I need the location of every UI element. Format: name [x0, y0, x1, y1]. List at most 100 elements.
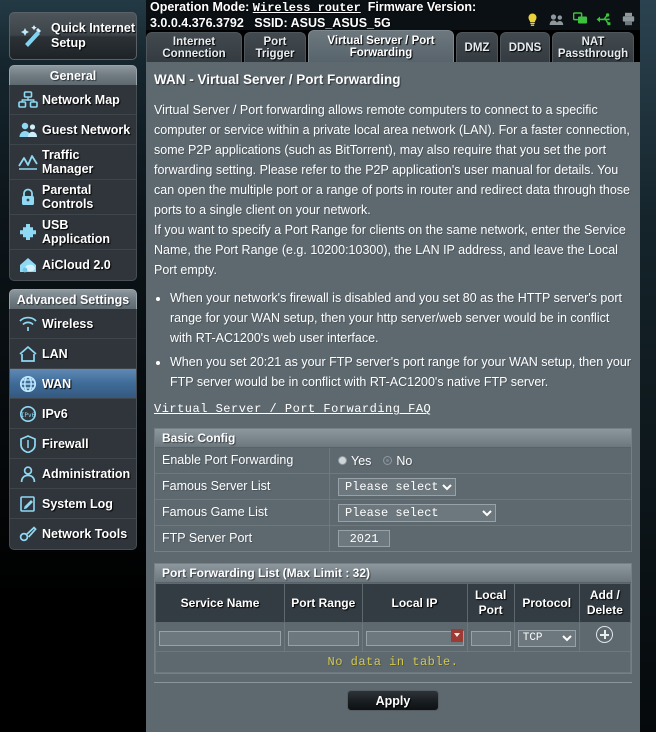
famous-game-list-select[interactable]: Please select: [338, 503, 496, 522]
description-paragraph-1: Virtual Server / Port forwarding allows …: [154, 103, 630, 217]
add-row-button[interactable]: [596, 626, 614, 643]
monitors-icon[interactable]: [572, 11, 588, 27]
famous-game-list-label: Famous Game List: [155, 500, 330, 525]
cell-local-port: [466, 622, 515, 652]
sidebar-item-administration[interactable]: Administration: [10, 459, 136, 489]
sidebar-item-aicloud[interactable]: AiCloud 2.0: [10, 250, 136, 280]
description-paragraph-2: If you want to specify a Port Range for …: [154, 223, 626, 277]
network-tools-icon: [14, 525, 42, 543]
radio-enable-yes[interactable]: Yes: [338, 454, 371, 468]
sidebar-item-guest-network[interactable]: Guest Network: [10, 115, 136, 145]
sidebar-item-label: Network Tools: [42, 527, 128, 541]
footer-actions: Apply: [154, 682, 632, 711]
faq-link[interactable]: Virtual Server / Port Forwarding FAQ: [154, 402, 431, 416]
empty-table-message: No data in table.: [155, 651, 631, 673]
general-section-header: General: [9, 65, 137, 85]
traffic-manager-icon: [14, 153, 42, 171]
radio-enable-no[interactable]: No: [383, 454, 412, 468]
system-log-icon: [14, 495, 42, 513]
protocol-select[interactable]: TCP: [517, 629, 576, 647]
main-content-panel: WAN - Virtual Server / Port Forwarding V…: [146, 62, 640, 732]
basic-config-block: Basic Config Enable Port Forwarding Yes …: [154, 428, 632, 552]
firewall-icon: [14, 434, 42, 453]
status-header: Operation Mode: Wireless router Firmware…: [146, 0, 640, 30]
sidebar-item-ipv6[interactable]: IPv6 IPv6: [10, 399, 136, 429]
column-service-name: Service Name: [154, 583, 286, 623]
radio-dot-no: [383, 456, 393, 465]
sidebar-item-wan[interactable]: WAN: [10, 369, 136, 399]
tab-port-trigger[interactable]: Port Trigger: [244, 32, 306, 62]
port-range-input[interactable]: [288, 631, 359, 647]
local-ip-input[interactable]: [365, 631, 464, 647]
sidebar-item-label: Administration: [42, 466, 131, 481]
sidebar-item-label: AiCloud 2.0: [42, 258, 111, 272]
sidebar-item-label: Wireless: [42, 316, 94, 331]
ssid-value: ASUS_ASUS_5G: [290, 16, 391, 30]
sidebar-item-label: Guest Network: [42, 122, 131, 137]
tab-ddns[interactable]: DDNS: [500, 32, 550, 62]
description-block: Virtual Server / Port forwarding allows …: [154, 100, 632, 280]
operation-mode-label: Operation Mode:: [150, 0, 250, 14]
enable-port-forwarding-value: Yes No: [330, 454, 412, 468]
clients-icon[interactable]: [548, 11, 564, 27]
sidebar-item-firewall[interactable]: Firewall: [10, 429, 136, 459]
sidebar-item-label: Traffic Manager: [42, 148, 94, 176]
local-port-input[interactable]: [470, 631, 511, 647]
notification-icon[interactable]: [524, 11, 540, 27]
local-ip-dropdown-icon[interactable]: [450, 628, 463, 642]
printer-icon[interactable]: [620, 11, 636, 27]
sidebar-item-network-map[interactable]: Network Map: [10, 85, 136, 115]
enable-port-forwarding-row: Enable Port Forwarding Yes No: [155, 448, 631, 474]
ftp-server-port-label: FTP Server Port: [155, 526, 330, 551]
famous-game-list-row: Famous Game List Please select: [155, 500, 631, 526]
sidebar-item-usb-application[interactable]: USB Application: [10, 215, 136, 250]
apply-button[interactable]: Apply: [347, 690, 439, 711]
column-protocol: Protocol: [513, 583, 580, 623]
page-backdrop-right: [640, 0, 656, 732]
ssid-label: SSID:: [254, 16, 288, 30]
advanced-menu: Wireless LAN WAN IPv6 IPv6 Firewall Admi…: [9, 309, 137, 550]
port-forwarding-list-header: Port Forwarding List (Max Limit : 32): [155, 564, 631, 583]
wireless-icon: [14, 315, 42, 333]
cell-add-delete: [578, 622, 632, 652]
usb-icon[interactable]: [596, 11, 612, 27]
sidebar-item-system-log[interactable]: System Log: [10, 489, 136, 519]
tab-internet-connection[interactable]: Internet Connection: [146, 32, 242, 62]
table-header-row: Service Name Port Range Local IP Local P…: [154, 583, 632, 623]
notes-list: When your network's firewall is disabled…: [170, 288, 632, 392]
firmware-label: Firmware Version:: [367, 0, 477, 14]
port-forwarding-table: Service Name Port Range Local IP Local P…: [154, 583, 632, 673]
router-admin-page: Quick Internet Setup General Network Map: [0, 0, 656, 732]
tab-nat-passthrough[interactable]: NAT Passthrough: [552, 32, 634, 62]
table-input-row: TCP: [154, 622, 632, 652]
tab-dmz[interactable]: DMZ: [456, 32, 498, 62]
sidebar-item-traffic-manager[interactable]: Traffic Manager: [10, 145, 136, 180]
guest-network-icon: [14, 121, 42, 139]
sidebar-item-label: Firewall: [42, 436, 89, 451]
note-item: When your network's firewall is disabled…: [170, 288, 632, 348]
sidebar-item-label: Parental Controls: [42, 183, 94, 211]
famous-server-list-select[interactable]: Please select: [338, 477, 456, 496]
sidebar-item-network-tools[interactable]: Network Tools: [10, 519, 136, 549]
ftp-server-port-value: [330, 530, 390, 547]
radio-dot-yes: [338, 456, 347, 465]
service-name-input[interactable]: [159, 631, 282, 647]
radio-label-yes: Yes: [351, 453, 372, 468]
tab-virtual-server-port-forwarding[interactable]: Virtual Server / Port Forwarding: [308, 30, 454, 62]
wan-icon: [14, 375, 42, 393]
tab-bar: Internet Connection Port Trigger Virtual…: [146, 30, 640, 62]
general-menu: Network Map Guest Network Traffic Manage…: [9, 85, 137, 281]
operation-mode-link[interactable]: Wireless router: [253, 1, 361, 15]
sidebar-item-label: USB Application: [42, 218, 111, 246]
ftp-server-port-input[interactable]: [338, 530, 390, 547]
cell-local-ip: [361, 622, 468, 652]
famous-server-list-value: Please select: [330, 477, 456, 496]
aicloud-icon: [14, 256, 42, 274]
basic-config-header: Basic Config: [155, 429, 631, 448]
quick-internet-setup-button[interactable]: Quick Internet Setup: [9, 12, 137, 60]
sidebar-item-lan[interactable]: LAN: [10, 339, 136, 369]
page-title: WAN - Virtual Server / Port Forwarding: [154, 72, 401, 87]
sidebar-item-wireless[interactable]: Wireless: [10, 309, 136, 339]
sidebar-item-parental-controls[interactable]: Parental Controls: [10, 180, 136, 215]
famous-server-list-label: Famous Server List: [155, 474, 330, 499]
